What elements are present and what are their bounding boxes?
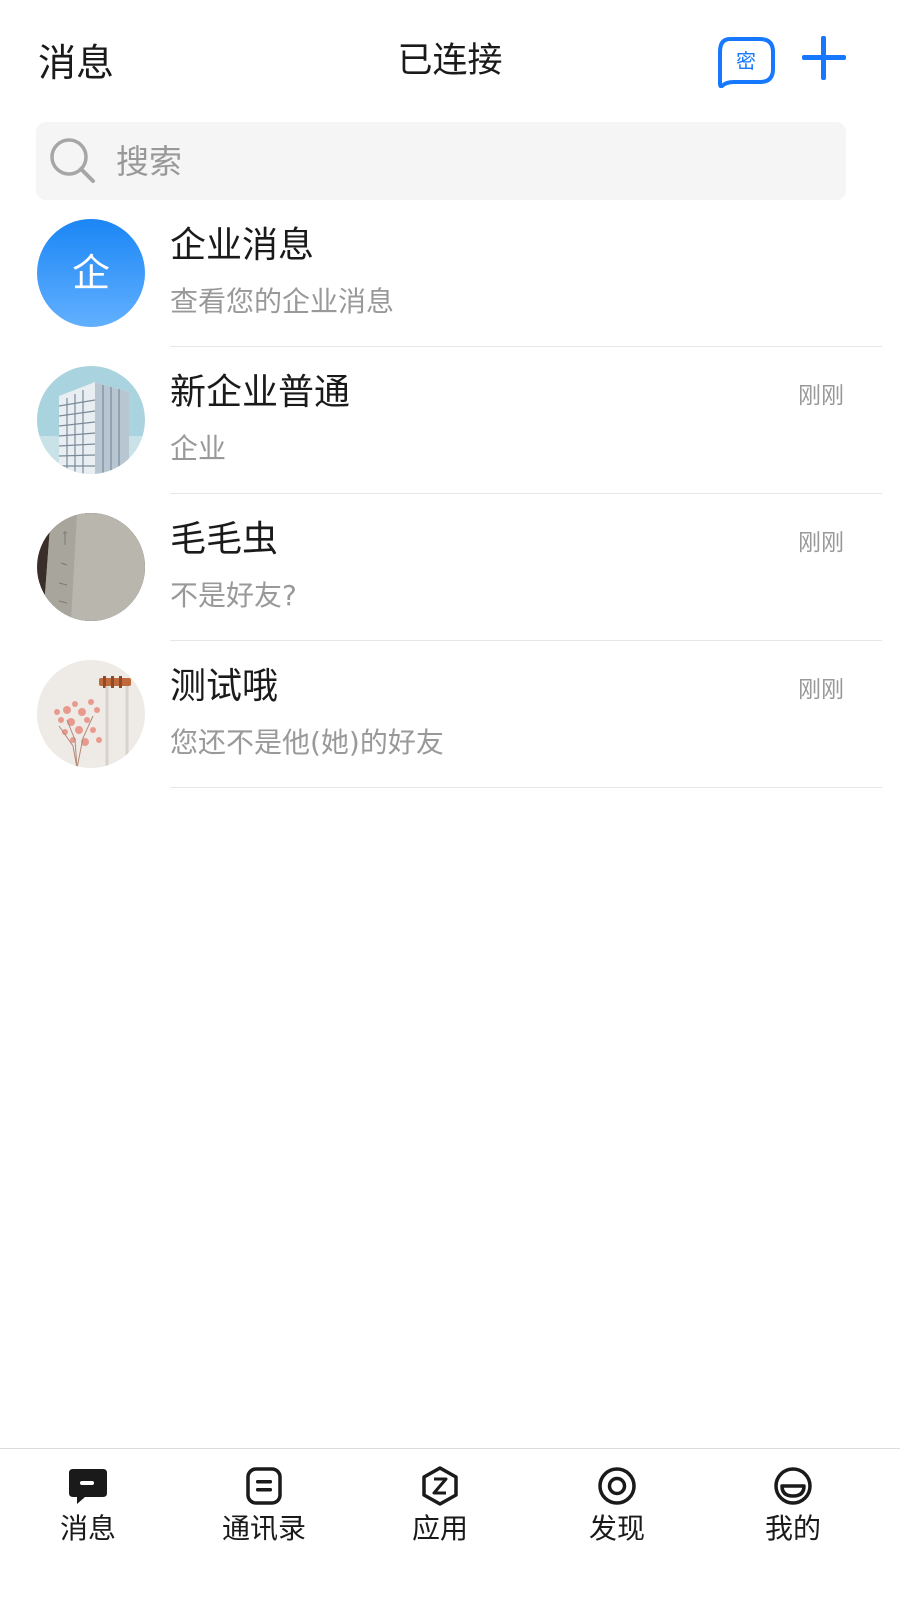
secret-chat-label: 密 bbox=[736, 49, 756, 73]
building-avatar bbox=[37, 366, 145, 474]
nav-item-profile[interactable]: 我的 bbox=[718, 1465, 868, 1565]
apps-icon bbox=[422, 1466, 458, 1506]
nav-item-apps[interactable]: 应用 bbox=[365, 1465, 515, 1565]
plus-icon bbox=[802, 36, 846, 80]
conversation-preview: 查看您的企业消息 bbox=[170, 285, 395, 318]
conversation-item[interactable]: 毛毛虫 刚刚 不是好友? bbox=[0, 494, 900, 641]
conversation-name: 毛毛虫 bbox=[170, 519, 279, 560]
message-icon bbox=[69, 1469, 107, 1504]
conversation-name: 测试哦 bbox=[170, 666, 279, 707]
top-bar: 消息 已连接 密 bbox=[0, 0, 900, 122]
conversation-preview: 不是好友? bbox=[170, 579, 297, 612]
discover-icon bbox=[598, 1467, 636, 1505]
add-button[interactable] bbox=[800, 34, 848, 82]
conversation-list: 企 企业消息 查看您的企业消息 新企业普通 刚刚 企业 毛毛虫 刚刚 不是好友?… bbox=[0, 200, 900, 788]
bottom-nav: 消息 通讯录 应用 发现 我的 bbox=[0, 1448, 900, 1601]
contacts-icon bbox=[246, 1467, 282, 1505]
nav-label: 发现 bbox=[588, 1512, 645, 1545]
conversation-name: 企业消息 bbox=[170, 225, 315, 266]
conversation-preview: 企业 bbox=[170, 432, 227, 465]
search-icon bbox=[50, 138, 95, 183]
search-bar[interactable] bbox=[36, 122, 846, 200]
secret-chat-button[interactable]: 密 bbox=[716, 36, 776, 88]
conversation-item[interactable]: 新企业普通 刚刚 企业 bbox=[0, 347, 900, 494]
nav-item-contacts[interactable]: 通讯录 bbox=[189, 1465, 339, 1565]
conversation-item[interactable]: 测试哦 刚刚 您还不是他(她)的好友 bbox=[0, 641, 900, 788]
profile-icon bbox=[774, 1467, 812, 1505]
nav-item-messages[interactable]: 消息 bbox=[13, 1465, 163, 1565]
conversation-name: 新企业普通 bbox=[170, 372, 351, 413]
list-divider bbox=[170, 787, 882, 788]
nav-label: 通讯录 bbox=[221, 1512, 306, 1545]
enterprise-avatar: 企 bbox=[37, 219, 145, 327]
flowers-avatar bbox=[37, 660, 145, 768]
nav-label: 应用 bbox=[411, 1512, 468, 1545]
conversation-item-enterprise[interactable]: 企 企业消息 查看您的企业消息 bbox=[0, 200, 900, 347]
conversation-preview: 您还不是他(她)的好友 bbox=[170, 726, 444, 759]
search-input[interactable] bbox=[116, 122, 816, 200]
paper-avatar bbox=[37, 513, 145, 621]
nav-label: 我的 bbox=[764, 1512, 821, 1545]
nav-item-discover[interactable]: 发现 bbox=[542, 1465, 692, 1565]
nav-label: 消息 bbox=[59, 1512, 116, 1545]
conversation-time: 刚刚 bbox=[798, 530, 844, 556]
conversation-time: 刚刚 bbox=[798, 383, 844, 409]
conversation-time: 刚刚 bbox=[798, 677, 844, 703]
